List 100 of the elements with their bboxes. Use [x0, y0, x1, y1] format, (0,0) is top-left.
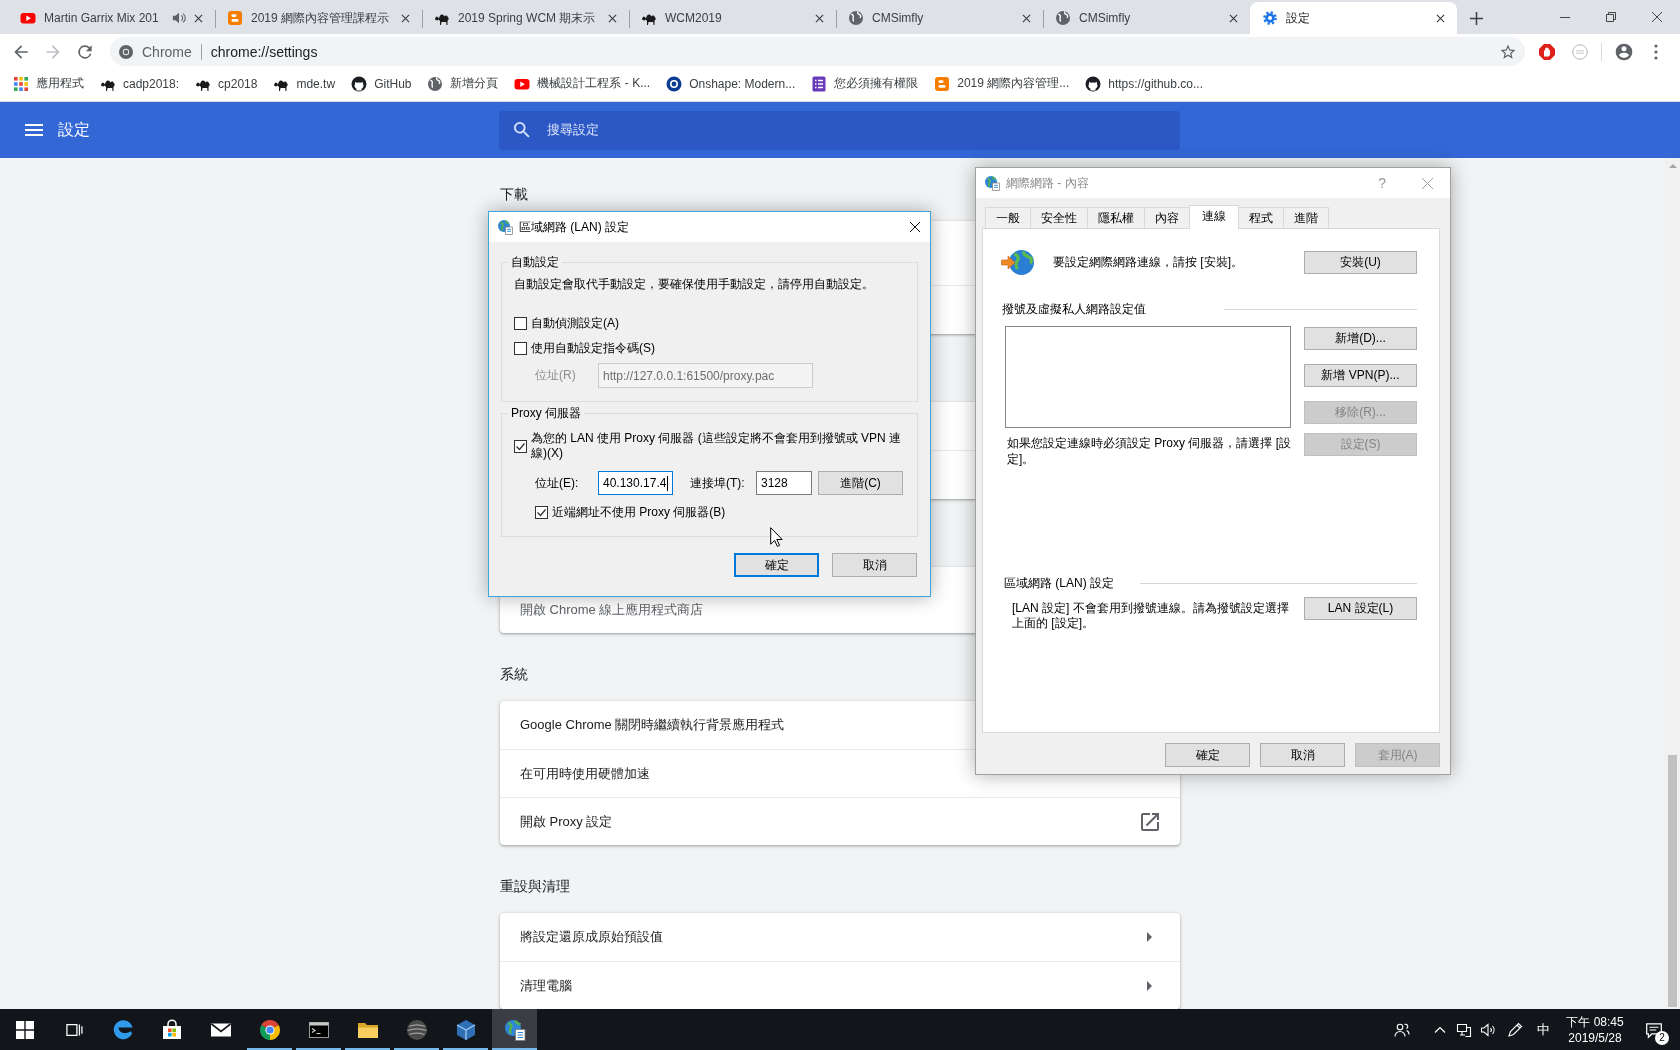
close-icon[interactable]: [608, 13, 617, 23]
browser-tab[interactable]: WCM2019: [629, 2, 836, 34]
field-label: 連接埠(T):: [690, 474, 746, 492]
globe-document-icon: [502, 1017, 527, 1042]
checkbox[interactable]: [514, 341, 527, 355]
stop-sign-icon[interactable]: [1539, 43, 1555, 60]
account-icon[interactable]: [1614, 41, 1634, 62]
close-icon[interactable]: [1229, 13, 1238, 23]
advanced-button[interactable]: 進階(C): [818, 471, 903, 495]
checkbox-label[interactable]: 近端網址不使用 Proxy 伺服器(B): [552, 503, 726, 521]
group-label: Proxy 伺服器: [510, 405, 582, 421]
clock-date: 2019/5/28: [1568, 1029, 1622, 1046]
globe-icon: [427, 75, 444, 92]
search-icon: [514, 122, 530, 138]
browser-tab[interactable]: 2019 Spring WCM 期末示: [422, 2, 629, 34]
setup-button[interactable]: 安裝(U): [1304, 251, 1417, 274]
speaker-icon[interactable]: [1480, 1021, 1496, 1038]
people-icon[interactable]: [1394, 1021, 1410, 1038]
notifications-icon[interactable]: [1645, 1020, 1663, 1039]
bookmark[interactable]: cadp2018:: [93, 70, 187, 97]
close-icon[interactable]: [815, 13, 824, 23]
pen-icon[interactable]: [1507, 1021, 1523, 1038]
dialog-button[interactable]: 取消: [832, 553, 917, 577]
browser-tab[interactable]: 設定: [1250, 2, 1457, 34]
scrollbar-thumb[interactable]: [1668, 755, 1677, 1007]
browser-icon: [257, 1017, 282, 1042]
mouse-pointer-icon: [770, 527, 783, 547]
bookmark[interactable]: 機械設計工程系 - K...: [507, 70, 658, 97]
description-text: [LAN 設定] 不會套用到撥號連線。請為撥號設定選擇上面的 [設定]。: [1012, 600, 1289, 631]
settings-icon: [1262, 10, 1278, 26]
search-field[interactable]: 搜尋設定: [499, 110, 1180, 150]
network-icon[interactable]: [1456, 1021, 1472, 1038]
list-icon: [811, 75, 828, 92]
browser-tab[interactable]: CMSimfly: [836, 2, 1043, 34]
lan-settings-button[interactable]: LAN 設定(L): [1304, 597, 1417, 620]
bookmark[interactable]: 2019 網際內容管理...: [927, 70, 1077, 97]
restore-icon[interactable]: [1606, 12, 1616, 22]
proxy-address-field[interactable]: 40.130.17.4: [598, 471, 673, 495]
settings-row[interactable]: 將設定還原成原始預設值: [500, 913, 1180, 961]
port-field[interactable]: 3128: [756, 471, 812, 495]
dialog-button[interactable]: 確定: [734, 553, 819, 577]
menu-icon[interactable]: [25, 124, 43, 136]
group-label: 自動設定: [510, 254, 560, 270]
close-icon[interactable]: [1436, 13, 1445, 23]
external-link-icon: [1141, 812, 1159, 831]
bookmark[interactable]: https://github.co...: [1078, 70, 1210, 97]
bookmark[interactable]: mde.tw: [266, 70, 343, 97]
clock[interactable]: 下午 08:45 2019/5/28: [1556, 1013, 1634, 1046]
bookmark[interactable]: 您必須擁有權限: [804, 70, 926, 97]
notification-badge: 2: [1655, 1030, 1669, 1045]
blog-icon: [934, 75, 951, 92]
connections-list[interactable]: [1005, 326, 1291, 428]
bookmark[interactable]: cp2018: [188, 70, 265, 97]
dialog-tab[interactable]: 進階: [1284, 207, 1329, 228]
dialog-tab[interactable]: 程式: [1239, 207, 1284, 228]
checkbox-label[interactable]: 為您的 LAN 使用 Proxy 伺服器 (這些設定將不會套用到撥號或 VPN 連線)(X): [531, 431, 903, 461]
settings-row[interactable]: 開啟 Proxy 設定: [500, 797, 1180, 845]
dialog-tab[interactable]: 一般: [985, 207, 1031, 228]
address-bar[interactable]: Chrome chrome://settings: [110, 37, 1525, 66]
checkbox-label[interactable]: 使用自動設定指令碼(S): [531, 339, 655, 357]
bookmark[interactable]: GitHub: [344, 70, 419, 97]
taskbar-button[interactable]: [492, 1009, 537, 1050]
checkbox[interactable]: [514, 316, 527, 330]
dialog-tab[interactable]: 安全性: [1031, 207, 1088, 228]
close-icon[interactable]: [1652, 12, 1662, 22]
dialog-tab[interactable]: 隱私權: [1088, 207, 1145, 228]
more-menu-icon[interactable]: [1654, 43, 1658, 60]
close-icon[interactable]: [401, 13, 410, 23]
plus-icon[interactable]: [1470, 11, 1483, 25]
browser-tab[interactable]: CMSimfly: [1043, 2, 1250, 34]
bookmark[interactable]: 應用程式: [6, 70, 91, 97]
description-text: 自動設定會取代手動設定，要確保使用手動設定，請停用自動設定。: [514, 276, 875, 292]
input-method-indicator[interactable]: 中: [1530, 1020, 1556, 1039]
globe-icon: [1055, 10, 1071, 26]
close-icon[interactable]: [910, 222, 920, 232]
checkbox-label[interactable]: 自動偵測設定(A): [531, 314, 619, 332]
checkbox[interactable]: [514, 439, 527, 453]
dialog-button[interactable]: 確定: [1165, 743, 1250, 767]
close-icon[interactable]: [194, 13, 203, 23]
checkbox[interactable]: [535, 505, 548, 519]
browser-tab[interactable]: Martin Garrix Mix 201: [8, 2, 215, 34]
site-info-icon[interactable]: [118, 43, 134, 60]
cat-silhouette-icon: [1085, 75, 1102, 92]
clock-time: 下午 08:45: [1566, 1013, 1624, 1030]
bookmark[interactable]: 新增分頁: [420, 70, 506, 97]
page-title: 設定: [58, 119, 90, 140]
dialog-button[interactable]: 取消: [1260, 743, 1345, 767]
window-title: 網際網路 - 內容: [1006, 174, 1089, 192]
globe-arrow-icon: [1001, 249, 1035, 276]
close-icon[interactable]: [1022, 13, 1031, 23]
connection-button[interactable]: 新增 VPN(P)...: [1304, 364, 1417, 387]
setup-text: 要設定網際網路連線，請按 [安裝]。: [1053, 254, 1243, 271]
caret-right-icon: [1147, 932, 1152, 942]
dialog-tab[interactable]: 連線: [1189, 205, 1239, 229]
section-heading: 系統: [500, 666, 528, 682]
connection-button[interactable]: 新增(D)...: [1304, 327, 1417, 350]
circle-logo-icon: [666, 75, 683, 92]
section-heading: 撥號及虛擬私人網路設定值: [1002, 300, 1146, 318]
bookmark[interactable]: Onshape: Modern...: [659, 70, 803, 97]
browser-tab[interactable]: 2019 網際內容管理課程示: [215, 2, 422, 34]
